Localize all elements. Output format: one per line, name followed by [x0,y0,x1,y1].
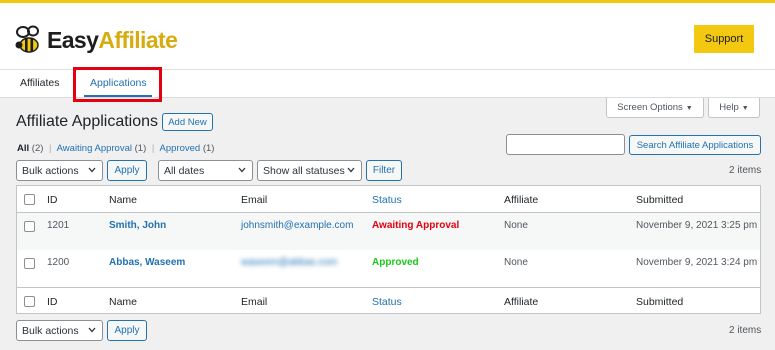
search-applications-button[interactable]: Search Affiliate Applications [629,135,761,155]
row-checkbox[interactable] [24,221,35,232]
table-row: 1201 Smith, John johnsmith@example.com A… [17,213,760,250]
status-select[interactable]: Show all statuses [257,160,362,181]
chevron-down-icon [88,167,96,173]
row-email-link[interactable]: johnsmith@example.com [241,220,353,231]
table-header: ID Name Email Status Affiliate Submitted [17,186,760,213]
tab-bar: Affiliates Applications [0,70,775,98]
easy-affiliate-logo[interactable]: EasyAffiliate [14,23,178,57]
screen-options-button[interactable]: Screen Options ▼ [606,98,704,118]
bee-icon [14,25,44,55]
column-email-footer: Email [241,296,268,308]
column-id-header: ID [47,194,58,206]
row-submitted: November 9, 2021 3:25 pm [636,220,758,231]
status-value: Show all statuses [263,165,345,177]
filter-awaiting-approval[interactable]: Awaiting Approval [57,143,132,154]
chevron-down-icon [88,327,96,333]
page-title: Affiliate Applications [16,113,159,130]
row-status: Awaiting Approval [372,220,460,231]
search-input[interactable] [506,134,625,155]
apply-button-bottom[interactable]: Apply [107,320,147,341]
column-status-header[interactable]: Status [372,194,402,206]
header-bar: EasyAffiliate Support [0,0,775,70]
column-id-footer: ID [47,296,58,308]
table-row: 1200 Abbas, Waseem waseem@abbas.com Appr… [17,250,760,287]
row-affiliate: None [504,257,528,268]
items-count-top: 2 items [729,165,762,176]
help-label: Help [719,102,739,113]
tab-affiliates[interactable]: Affiliates [20,77,60,89]
row-id: 1200 [47,257,70,268]
filter-separator: | [49,143,52,154]
apply-button[interactable]: Apply [107,160,147,181]
row-submitted: November 9, 2021 3:24 pm [636,257,758,268]
row-status: Approved [372,257,419,268]
caret-down-icon: ▼ [685,105,693,112]
chevron-down-icon [347,167,355,173]
bulk-actions-select-bottom[interactable]: Bulk actions [16,320,103,341]
items-count-bottom: 2 items [729,325,762,336]
support-button[interactable]: Support [694,25,754,53]
bulk-actions-value-bottom: Bulk actions [22,325,79,337]
status-filters: All (2) | Awaiting Approval (1) | Approv… [17,143,214,154]
select-all-checkbox-footer[interactable] [24,296,35,307]
row-name-link[interactable]: Abbas, Waseem [109,257,185,268]
row-checkbox[interactable] [24,258,35,269]
filter-approved[interactable]: Approved [160,143,201,154]
dates-select[interactable]: All dates [158,160,253,181]
filter-approved-count: (1) [202,143,215,154]
column-status-footer[interactable]: Status [372,296,402,308]
column-name-header: Name [109,194,138,206]
logo-word-affiliate: Affiliate [98,26,178,53]
filter-all[interactable]: All [17,143,29,154]
screen-options-label: Screen Options [617,102,683,113]
applications-table: ID Name Email Status Affiliate Submitted… [16,185,761,314]
column-submitted-header: Submitted [636,194,684,206]
table-footer: ID Name Email Status Affiliate Submitted [17,287,760,314]
filter-awaiting-count: (1) [134,143,147,154]
bulk-actions-value: Bulk actions [22,165,79,177]
column-affiliate-header: Affiliate [504,194,539,206]
add-new-button[interactable]: Add New [162,113,213,131]
select-all-checkbox[interactable] [24,194,35,205]
row-email-link-blurred[interactable]: waseem@abbas.com [241,257,337,268]
dates-value: All dates [164,165,205,177]
column-submitted-footer: Submitted [636,296,684,308]
filter-all-count: (2) [31,143,44,154]
active-tab-indicator [84,95,152,97]
help-button[interactable]: Help ▼ [708,98,760,118]
bulk-actions-select[interactable]: Bulk actions [16,160,103,181]
caret-down-icon: ▼ [741,105,749,112]
tab-applications[interactable]: Applications [90,77,147,89]
row-affiliate: None [504,220,528,231]
filter-button[interactable]: Filter [366,160,402,181]
row-name-link[interactable]: Smith, John [109,220,166,231]
column-name-footer: Name [109,296,138,308]
row-id: 1201 [47,220,70,231]
logo-word-easy: Easy [47,26,99,53]
chevron-down-icon [238,167,246,173]
column-email-header: Email [241,194,268,206]
column-affiliate-footer: Affiliate [504,296,539,308]
filter-separator: | [151,143,155,154]
